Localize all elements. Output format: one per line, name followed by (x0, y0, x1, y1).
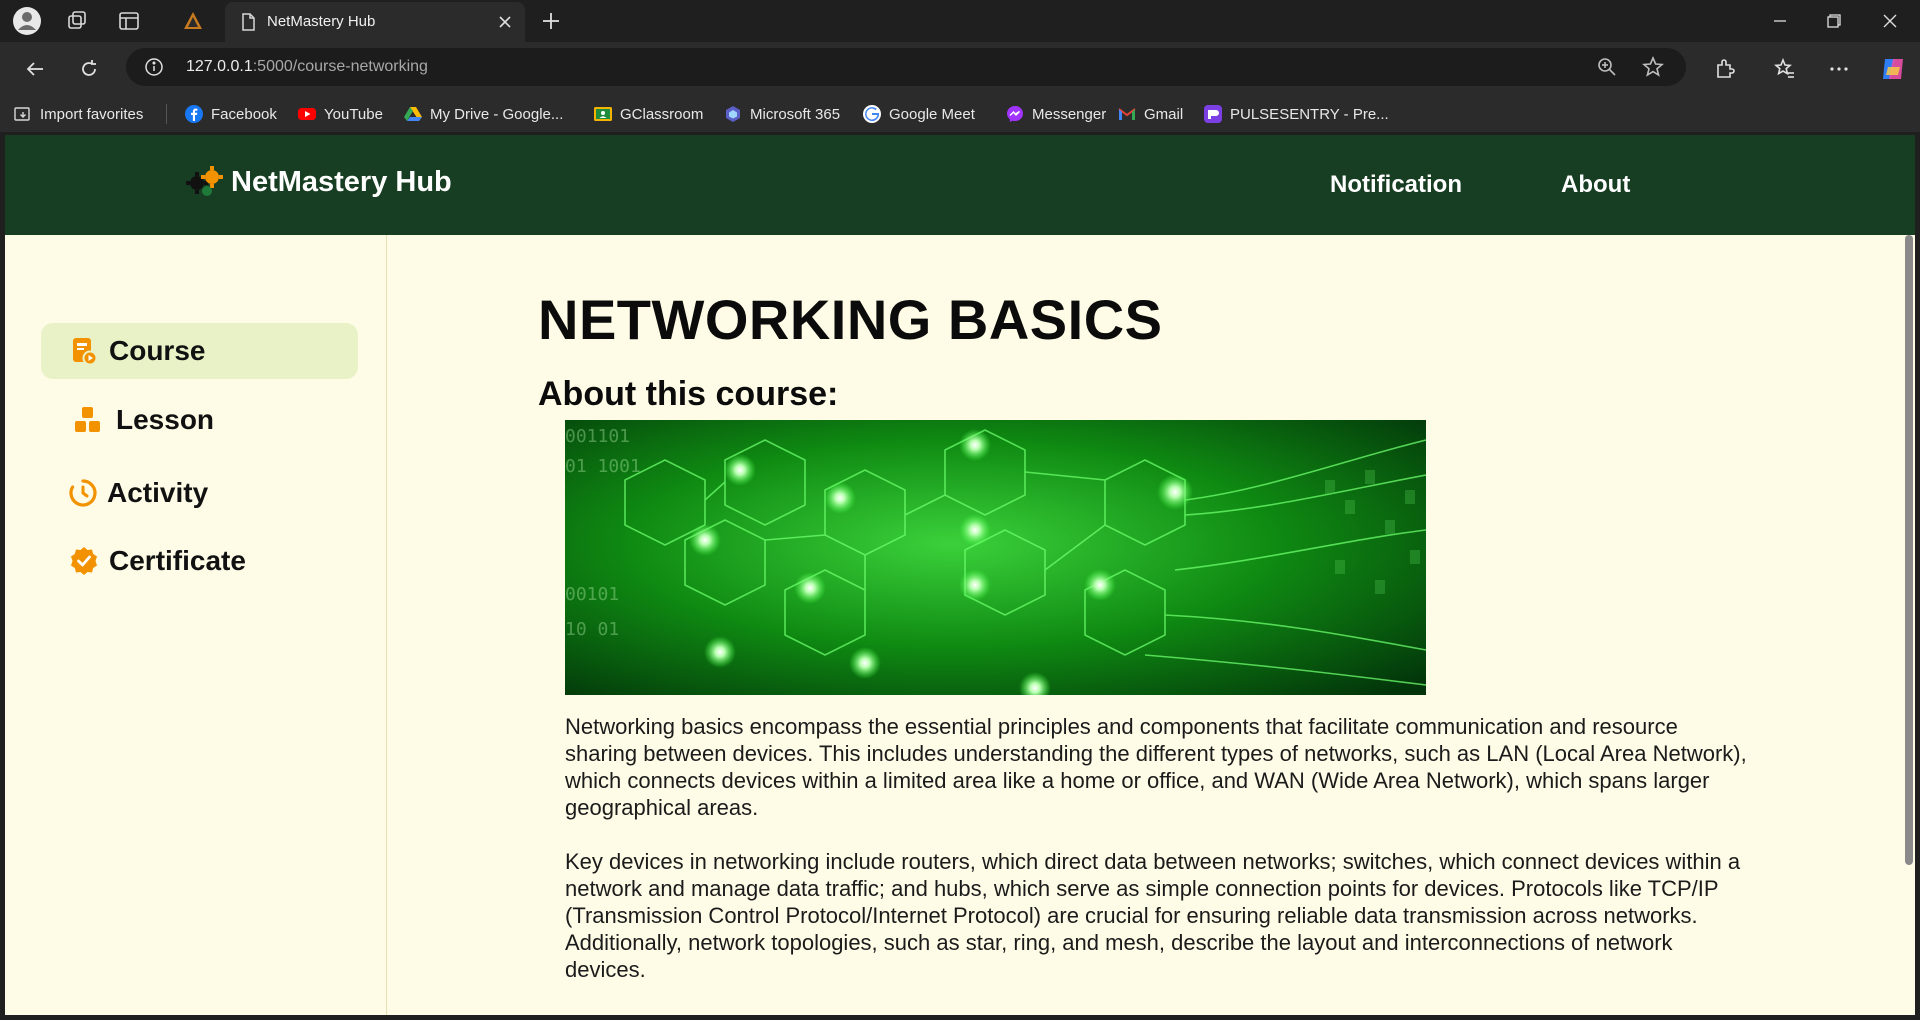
sidebar-item-label: Activity (107, 477, 209, 508)
sidebar-item-label: Course (109, 335, 206, 366)
sidebar: Course Lesson Activity Certificate (5, 235, 387, 1015)
bookmark-google-meet[interactable]: Google Meet (863, 103, 975, 125)
more-menu-icon[interactable] (1822, 52, 1856, 86)
sidebar-item-activity[interactable]: Activity (41, 465, 358, 521)
browser-toolbar: 127.0.0.1:5000/course-networking (0, 42, 1920, 94)
circuit-board-hero-image: 001101 01 1001 00101 10 01 (565, 420, 1426, 695)
page-scrollbar[interactable] (1903, 235, 1915, 1015)
bookmark-label: Facebook (211, 105, 277, 123)
bookmark-label: GClassroom (620, 105, 704, 123)
lesson-blocks-icon (75, 407, 100, 432)
course-description-1: Networking basics encompass the essentia… (565, 714, 1747, 820)
bookmark-microsoft-365[interactable]: Microsoft 365 (724, 103, 840, 125)
bookmark-label: My Drive - Google... (430, 105, 564, 123)
svg-text:01 1001: 01 1001 (565, 456, 641, 477)
sidebar-item-label: Certificate (109, 545, 246, 576)
pinned-tab-icon[interactable] (178, 6, 208, 36)
page-viewport: NetMastery Hub Notification About Course… (5, 135, 1915, 1015)
bookmark-label: Messenger (1032, 105, 1107, 123)
activity-icon (69, 479, 97, 507)
site-brand: NetMastery Hub (231, 165, 452, 198)
nav-notification-link[interactable]: Notification (1330, 171, 1462, 199)
certificate-badge-icon (71, 547, 97, 575)
browser-titlebar: NetMastery Hub (0, 0, 1920, 42)
vertical-tabs-icon[interactable] (114, 6, 144, 36)
classroom-icon (594, 107, 612, 121)
bookmark-messenger[interactable]: Messenger (1006, 103, 1106, 125)
messenger-icon (1007, 106, 1023, 122)
bookmark-import-favorites[interactable]: Import favorites (14, 103, 143, 125)
facebook-icon (185, 105, 203, 123)
microsoft365-icon (726, 106, 740, 122)
about-heading: About this course: (538, 375, 839, 413)
close-tab-icon[interactable] (493, 10, 517, 34)
youtube-icon (298, 108, 316, 120)
google-drive-icon (404, 107, 422, 121)
close-window-icon[interactable] (1862, 0, 1918, 42)
tab-title: NetMastery Hub (267, 13, 376, 30)
site-header: NetMastery Hub Notification About (5, 135, 1915, 235)
bookmarks-bar: Import favorites Facebook YouTube My Dri… (0, 94, 1920, 132)
bookmark-label: Import favorites (40, 105, 144, 123)
restore-icon[interactable] (1806, 0, 1862, 42)
svg-text:001101: 001101 (565, 426, 630, 447)
bookmark-pulsesentry[interactable]: PULSESENTRY - Pre... (1204, 103, 1389, 125)
bookmark-label: YouTube (324, 105, 383, 123)
import-icon (14, 107, 30, 121)
bookmark-youtube[interactable]: YouTube (298, 103, 383, 125)
sidebar-item-label: Lesson (116, 404, 215, 435)
sidebar-item-lesson[interactable]: Lesson (41, 392, 358, 448)
course-title: NETWORKING BASICS (538, 288, 1163, 351)
svg-text:10 01: 10 01 (565, 619, 619, 640)
refresh-icon[interactable] (72, 52, 106, 86)
page-icon (242, 13, 255, 31)
url-host: 127.0.0.1 (186, 58, 253, 75)
scrollbar-thumb[interactable] (1905, 235, 1913, 865)
bookmark-label: Gmail (1144, 105, 1184, 123)
bookmark-my-drive[interactable]: My Drive - Google... (404, 103, 563, 125)
course-description-2: Key devices in networking include router… (565, 849, 1741, 982)
nav-about-link[interactable]: About (1561, 171, 1630, 199)
gmail-icon (1118, 108, 1136, 120)
favorite-star-icon[interactable] (1642, 56, 1664, 78)
google-icon (863, 105, 881, 123)
bookmark-gmail[interactable]: Gmail (1118, 103, 1183, 125)
bookmark-facebook[interactable]: Facebook (185, 103, 277, 125)
gears-logo-icon (186, 166, 223, 196)
url-text[interactable]: 127.0.0.1:5000/course-networking (186, 58, 428, 76)
sidebar-item-certificate[interactable]: Certificate (41, 533, 358, 589)
address-bar[interactable]: 127.0.0.1:5000/course-networking (126, 48, 1686, 86)
back-arrow-icon[interactable] (18, 52, 52, 86)
profile-icon[interactable] (12, 6, 42, 36)
bookmark-label: PULSESENTRY - Pre... (1230, 105, 1389, 123)
copilot-icon[interactable] (1876, 52, 1910, 86)
sidebar-item-course[interactable]: Course (41, 323, 358, 379)
bookmark-label: Microsoft 365 (750, 105, 841, 123)
url-path: :5000/course-networking (252, 58, 428, 75)
browser-tab[interactable]: NetMastery Hub (225, 2, 525, 42)
bookmark-label: Google Meet (889, 105, 975, 123)
extensions-icon[interactable] (1708, 52, 1742, 86)
course-icon (73, 338, 98, 366)
site-info-icon[interactable] (144, 57, 164, 77)
site-logo[interactable]: NetMastery Hub (185, 165, 452, 199)
favorites-icon[interactable] (1768, 52, 1802, 86)
pulsesentry-icon (1204, 105, 1222, 123)
svg-text:00101: 00101 (565, 584, 619, 605)
minimize-icon[interactable] (1752, 0, 1808, 42)
bookmark-gclassroom[interactable]: GClassroom (594, 103, 703, 125)
zoom-icon[interactable] (1596, 56, 1618, 78)
bookmark-divider (166, 104, 167, 124)
workspaces-icon[interactable] (62, 6, 92, 36)
new-tab-icon[interactable] (535, 6, 567, 36)
